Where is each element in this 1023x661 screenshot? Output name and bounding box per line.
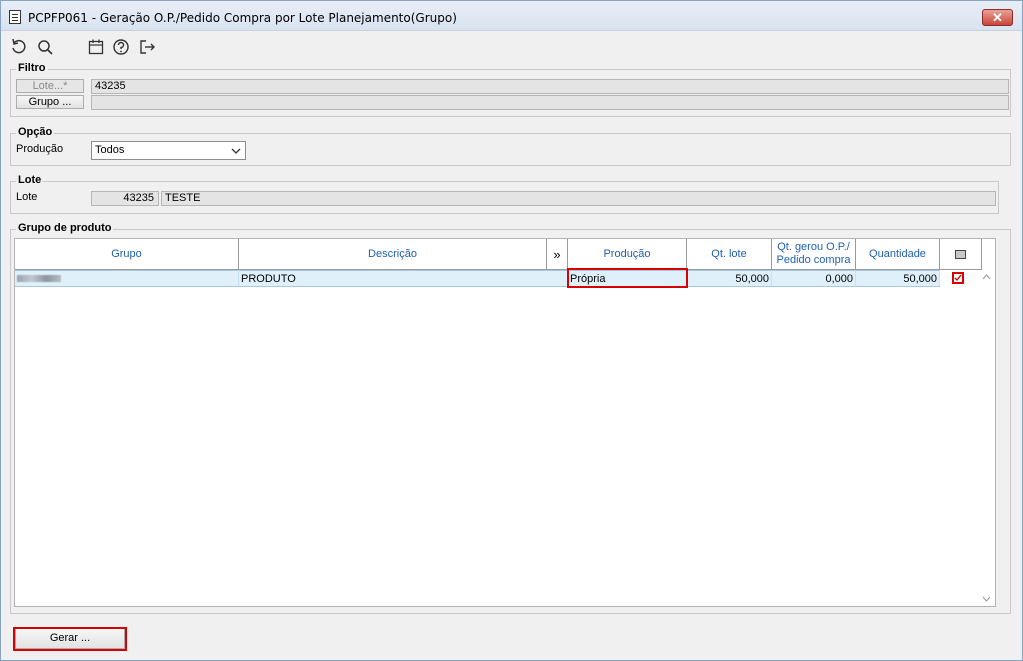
grupo-filter-field[interactable] xyxy=(91,95,1009,110)
cell-descricao[interactable]: PRODUTO xyxy=(239,270,568,287)
vertical-scrollbar[interactable] xyxy=(978,270,995,606)
grupo-button[interactable]: Grupo ... xyxy=(16,95,84,109)
chevron-down-icon xyxy=(231,142,241,165)
lote-number-field: 43235 xyxy=(91,191,159,206)
producao-highlight xyxy=(567,268,688,288)
row-checkbox[interactable] xyxy=(952,272,964,284)
lote-title: Lote xyxy=(16,174,44,186)
main-window: PCPFP061 - Geração O.P./Pedido Compra po… xyxy=(0,0,1023,661)
grupo-produto-grid: Grupo Descrição » Produção Qt. lote Qt. … xyxy=(14,238,996,607)
producao-select[interactable]: Todos xyxy=(91,141,246,160)
grupo-produto-title: Grupo de produto xyxy=(16,222,114,234)
column-header-producao[interactable]: Produção xyxy=(568,239,687,270)
cell-grupo[interactable] xyxy=(15,270,239,287)
cell-quantidade[interactable]: 50,000 xyxy=(856,270,940,287)
column-header-qt-gerou[interactable]: Qt. gerou O.P./ Pedido compra xyxy=(772,239,856,270)
opcao-group: Opção Produção Todos xyxy=(10,126,1011,166)
more-columns-button[interactable]: » xyxy=(547,239,568,270)
filtro-title: Filtro xyxy=(16,62,48,74)
lote-button[interactable]: Lote...* xyxy=(16,79,84,93)
gerar-highlight xyxy=(13,627,127,651)
calendar-icon[interactable] xyxy=(87,38,105,56)
column-header-qt-lote[interactable]: Qt. lote xyxy=(687,239,772,270)
column-header-quantidade[interactable]: Quantidade xyxy=(856,239,940,270)
search-icon[interactable] xyxy=(36,38,54,56)
close-button[interactable]: ✕ xyxy=(982,9,1013,26)
filtro-group: Filtro Lote...* 43235 Grupo ... xyxy=(10,62,1011,117)
lote-group: Lote Lote 43235 TESTE xyxy=(10,174,999,214)
select-all-header[interactable] xyxy=(940,239,982,270)
lote-filter-field[interactable]: 43235 xyxy=(91,79,1009,94)
scroll-down-icon[interactable] xyxy=(982,596,991,602)
lote-description-field: TESTE xyxy=(161,191,996,206)
cell-qt-lote[interactable]: 50,000 xyxy=(687,270,772,287)
toolbar xyxy=(1,33,1022,59)
title-bar[interactable]: PCPFP061 - Geração O.P./Pedido Compra po… xyxy=(1,1,1022,31)
lote-label: Lote xyxy=(16,191,38,203)
cell-qt-gerou[interactable]: 0,000 xyxy=(772,270,856,287)
scroll-up-icon[interactable] xyxy=(982,274,991,280)
exit-icon[interactable] xyxy=(138,38,156,56)
opcao-title: Opção xyxy=(16,126,55,138)
producao-label: Produção xyxy=(16,143,64,155)
producao-select-value: Todos xyxy=(95,144,125,156)
help-icon[interactable] xyxy=(112,38,130,56)
column-header-grupo[interactable]: Grupo xyxy=(15,239,239,270)
refresh-icon[interactable] xyxy=(10,38,28,56)
document-icon xyxy=(9,10,21,24)
check-icon xyxy=(954,274,962,282)
column-header-descricao[interactable]: Descrição xyxy=(239,239,547,270)
blurred-grupo-code xyxy=(17,275,61,282)
select-all-checkbox[interactable] xyxy=(955,249,966,259)
window-title: PCPFP061 - Geração O.P./Pedido Compra po… xyxy=(28,11,457,25)
